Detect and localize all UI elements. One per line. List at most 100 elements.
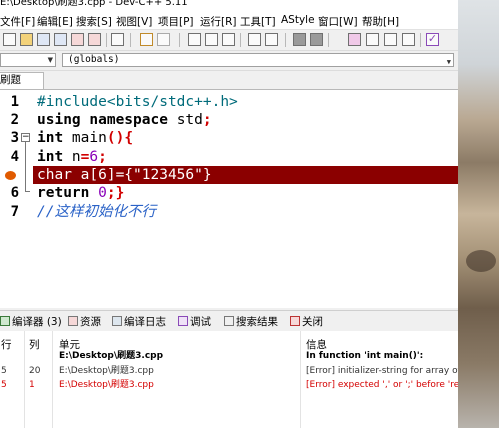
check-syntax-icon[interactable]: ✓ <box>426 33 439 46</box>
code-token: n <box>63 149 81 165</box>
menu-project[interactable]: 项目[P] <box>158 14 194 29</box>
goto-line-icon[interactable] <box>248 33 261 46</box>
line-number: 4 <box>10 149 19 165</box>
window-layout-icon[interactable] <box>366 33 379 46</box>
title-bar: E:\Desktop\刷题3.cpp - Dev-C++ 5.11 <box>0 0 458 11</box>
tab-search-results[interactable]: 搜索结果 <box>224 314 278 329</box>
message-info: In function 'int main()': <box>306 351 424 361</box>
close-all-icon[interactable] <box>88 33 101 46</box>
line-number: 6 <box>10 185 19 201</box>
code-token: return <box>37 185 90 201</box>
toggle-comment-icon[interactable] <box>348 33 361 46</box>
close-file-icon[interactable] <box>71 33 84 46</box>
compile-log-icon <box>112 316 122 326</box>
ide-window: E:\Desktop\刷题3.cpp - Dev-C++ 5.11 文件[F] … <box>0 0 458 428</box>
code-token: ; <box>202 112 212 128</box>
code-token: (){ <box>106 130 134 146</box>
code-line-1: #include<bits/stdc++.h> <box>37 93 238 111</box>
menu-astyle[interactable]: AStyle <box>281 14 315 26</box>
message-unit: E:\Desktop\刷题3.cpp <box>59 366 154 376</box>
tab-close[interactable]: 关闭 <box>290 314 323 329</box>
tab-compile-log-label: 编译日志 <box>124 316 166 328</box>
message-row[interactable]: 5 20 E:\Desktop\刷题3.cpp [Error] initiali… <box>0 364 458 379</box>
tab-search-results-label: 搜索结果 <box>236 316 278 328</box>
fold-end <box>25 191 30 192</box>
code-token: 6 <box>89 149 99 165</box>
code-line-4: int n=6; <box>37 148 107 166</box>
save-icon[interactable] <box>37 33 50 46</box>
save-all-icon[interactable] <box>54 33 67 46</box>
code-line-7: //这样初始化不行 <box>37 203 156 221</box>
new-file-icon[interactable] <box>3 33 16 46</box>
toolbar-separator <box>328 33 329 47</box>
replace-icon[interactable] <box>205 33 218 46</box>
message-col: 1 <box>29 380 35 390</box>
tab-compiler-label: 编译器 (3) <box>12 316 62 328</box>
menu-view[interactable]: 视图[V] <box>116 14 152 29</box>
tab-resources-label: 资源 <box>80 316 101 328</box>
error-marker-icon[interactable] <box>5 171 16 180</box>
tab-compile-log[interactable]: 编译日志 <box>112 314 166 329</box>
message-line: 5 <box>1 380 7 390</box>
message-row[interactable]: E:\Desktop\刷题3.cpp In function 'int main… <box>0 349 458 364</box>
line-number: 2 <box>10 112 19 128</box>
menu-help[interactable]: 帮助[H] <box>362 14 399 29</box>
message-info: [Error] initializer-string for array of.… <box>306 366 458 376</box>
line-number: 3 <box>10 130 19 146</box>
indent-icon[interactable] <box>293 33 306 46</box>
unindent-icon[interactable] <box>310 33 323 46</box>
tab-debug-label: 调试 <box>190 316 211 328</box>
tab-resources[interactable]: 资源 <box>68 314 101 329</box>
code-line-5: char a[6]={"123456"} <box>37 167 212 183</box>
project-view-icon[interactable] <box>402 33 415 46</box>
class-combo[interactable]: ▼ <box>0 53 56 67</box>
message-line: 5 <box>1 366 7 376</box>
toolbar-separator <box>420 33 421 47</box>
code-token: using <box>37 112 81 128</box>
main-toolbar: ✓ <box>0 30 458 51</box>
code-token: namespace <box>89 112 168 128</box>
menu-run[interactable]: 运行[R] <box>200 14 237 29</box>
menu-edit[interactable]: 编辑[E] <box>37 14 73 29</box>
redo-icon[interactable] <box>157 33 170 46</box>
tab-debug[interactable]: 调试 <box>178 314 211 329</box>
toolbar-separator <box>240 33 241 47</box>
scope-combo-value: (globals) <box>68 54 120 65</box>
print-icon[interactable] <box>111 33 124 46</box>
fullscreen-icon[interactable] <box>384 33 397 46</box>
toolbar-separator <box>285 33 286 47</box>
tab-file[interactable]: 刷题3.cpp <box>0 72 44 101</box>
code-token: int <box>37 130 64 146</box>
line-number: 1 <box>10 94 19 110</box>
tab-close-label: 关闭 <box>302 316 323 328</box>
code-line-6: return 0;} <box>37 184 124 202</box>
window-title: E:\Desktop\刷题3.cpp - Dev-C++ 5.11 <box>0 0 188 8</box>
code-line-2: using namespace std; <box>37 111 212 129</box>
find-icon[interactable] <box>188 33 201 46</box>
tab-compiler[interactable]: 编译器 (3) <box>0 314 62 329</box>
fold-toggle-icon[interactable]: − <box>21 133 30 142</box>
code-token: std <box>167 112 203 128</box>
scope-combo[interactable]: (globals) ▼ <box>62 53 454 67</box>
error-highlight-line: char a[6]={"123456"} <box>33 166 458 184</box>
code-token: ; <box>98 149 107 165</box>
code-token: //这样初始化不行 <box>37 204 156 220</box>
menu-search[interactable]: 搜索[S] <box>76 14 112 29</box>
editor-tab-bar <box>0 71 458 90</box>
menu-bar: 文件[F] 编辑[E] 搜索[S] 视图[V] 项目[P] 运行[R] 工具[T… <box>0 11 458 30</box>
chevron-down-icon: ▼ <box>47 56 53 64</box>
menu-window[interactable]: 窗口[W] <box>318 14 358 29</box>
line-number: 7 <box>10 204 19 220</box>
open-file-icon[interactable] <box>20 33 33 46</box>
menu-file[interactable]: 文件[F] <box>0 14 35 29</box>
message-row[interactable]: 5 1 E:\Desktop\刷题3.cpp [Error] expected … <box>0 378 458 393</box>
toolbar-separator <box>130 33 131 47</box>
bookmark-icon[interactable] <box>265 33 278 46</box>
menu-tools[interactable]: 工具[T] <box>240 14 276 29</box>
code-token: 0 <box>98 185 107 201</box>
message-col: 20 <box>29 366 41 376</box>
find-next-icon[interactable] <box>222 33 235 46</box>
debug-icon <box>178 316 188 326</box>
undo-icon[interactable] <box>140 33 153 46</box>
